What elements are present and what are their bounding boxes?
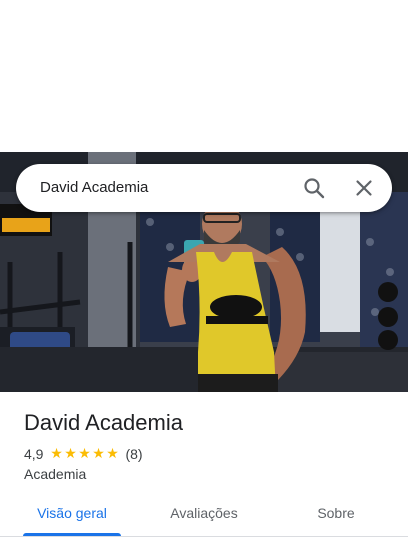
place-info-panel: David Academia 4,9 ★ ★ ★ ★ ★ (8) Academi… [0, 392, 408, 544]
place-title: David Academia [24, 410, 183, 435]
tab-about[interactable]: Sobre [296, 492, 376, 536]
tab-overview[interactable]: Visão geral [23, 492, 121, 536]
review-count[interactable]: (8) [125, 446, 142, 462]
tabs-divider [0, 536, 408, 537]
tab-bar: Visão geral Avaliações Sobre [0, 492, 408, 537]
place-category: Academia [24, 466, 87, 482]
star-icon: ★ [64, 446, 77, 462]
search-bar[interactable]: David Academia [16, 164, 392, 212]
star-rating: ★ ★ ★ ★ ★ [49, 447, 119, 461]
star-icon: ★ [92, 446, 105, 462]
rating-value: 4,9 [24, 446, 44, 462]
star-icon: ★ [78, 446, 91, 462]
star-icon: ★ [106, 446, 119, 462]
top-blank-area [0, 0, 408, 152]
rating-row[interactable]: 4,9 ★ ★ ★ ★ ★ (8) [24, 445, 143, 463]
tab-reviews[interactable]: Avaliações [152, 492, 256, 536]
star-icon: ★ [50, 446, 63, 462]
search-input[interactable]: David Academia [40, 164, 148, 212]
search-icon[interactable] [302, 176, 326, 200]
close-icon[interactable] [352, 176, 376, 200]
